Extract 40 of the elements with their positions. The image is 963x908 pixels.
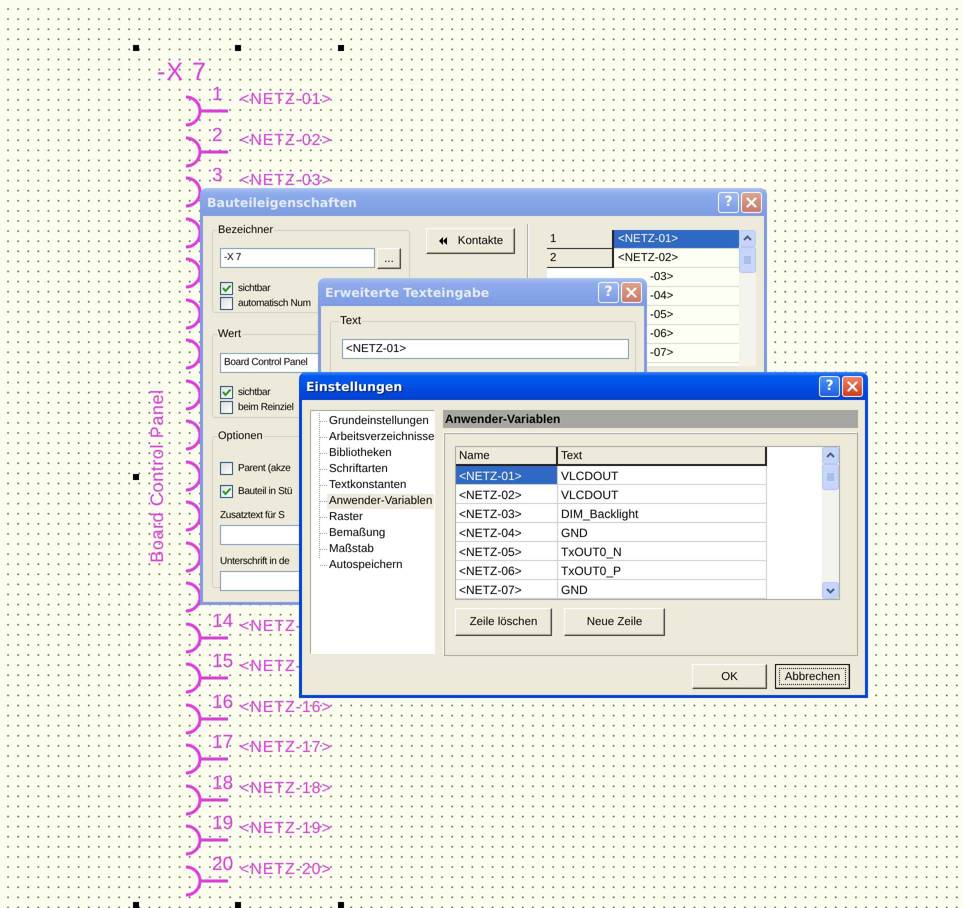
value-label: Board Control Panel — [147, 389, 167, 563]
checkbox-label: automatisch Num — [238, 298, 311, 309]
net-label: <NETZ-17> — [240, 739, 332, 757]
row-number-cell: 2 — [547, 249, 614, 268]
pin-number: 14 — [212, 612, 234, 632]
checkbox-label: beim Reinziel — [238, 402, 294, 413]
field-label: Zusatztext für S — [220, 509, 284, 522]
net-label: <NETZ- — [240, 658, 302, 676]
net-label: <NETZ-19> — [240, 820, 332, 838]
group-label: Optionen — [217, 430, 264, 443]
checkbox-label: sichtbar — [238, 283, 270, 294]
checkbox-label: Bauteil in Stü — [238, 486, 292, 497]
window-title: Erweiterte Texteingabe — [325, 284, 490, 300]
field-label: Unterschrift in de — [220, 555, 290, 568]
pin-number: 18 — [212, 774, 234, 794]
pin-number: 15 — [212, 652, 234, 672]
net-label: <NETZ-01> — [240, 91, 332, 109]
pin-number: 1 — [212, 85, 223, 105]
window-title: Einstellungen — [306, 378, 404, 394]
net-label: <NETZ-03> — [240, 172, 332, 190]
window-title: Bauteileigenschaften — [207, 194, 358, 210]
net-label: <NETZ-18> — [240, 780, 332, 798]
group-label: Text — [339, 315, 362, 328]
pin-number: 2 — [212, 126, 223, 146]
section-header: Anwender-Variablen — [443, 410, 858, 428]
net-label: <NETZ- — [240, 618, 302, 636]
checkbox-label: sichtbar — [238, 387, 270, 398]
row-number-cell: 1 — [547, 230, 614, 249]
pin-number: 3 — [212, 166, 223, 186]
pin-number: 20 — [212, 854, 234, 874]
net-label: <NETZ-16> — [240, 698, 332, 716]
designator-label: -X 7 — [157, 58, 207, 86]
pin-number: 17 — [212, 733, 234, 753]
net-label: <NETZ-02> — [240, 132, 332, 150]
pin-number: 16 — [212, 692, 234, 712]
pin-number: 19 — [212, 814, 234, 834]
group-label: Bezeichner — [217, 224, 274, 237]
net-label: <NETZ-20> — [240, 860, 332, 878]
checkbox-label: Parent (akze — [238, 463, 290, 474]
group-label: Wert — [217, 328, 242, 341]
